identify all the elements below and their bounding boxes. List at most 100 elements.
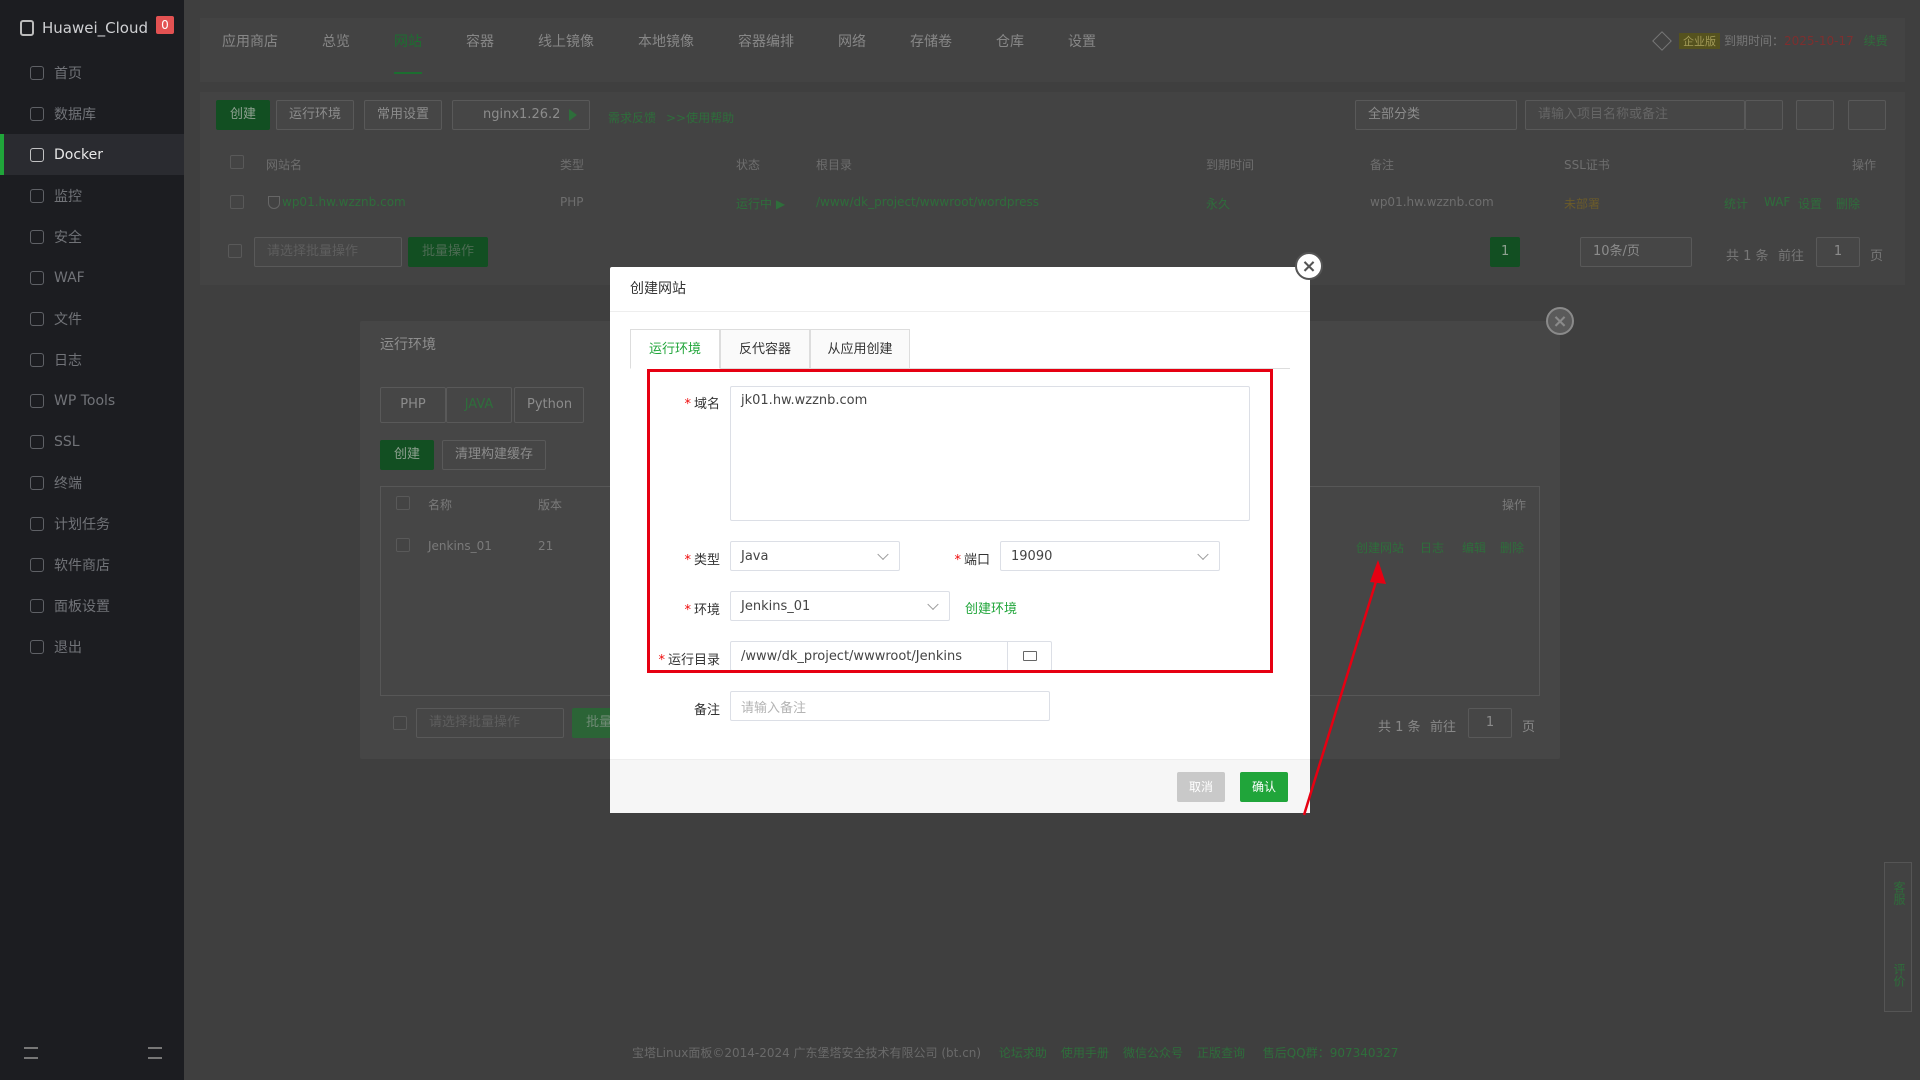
top-tab-7[interactable]: 网络 xyxy=(838,18,866,82)
nav-icon xyxy=(30,311,44,326)
top-tab-9[interactable]: 仓库 xyxy=(996,18,1024,82)
top-tab-5[interactable]: 本地镜像 xyxy=(638,18,694,82)
runtime-batch-checkbox[interactable] xyxy=(393,716,407,730)
site-header-0: 网站名 xyxy=(266,158,303,172)
site-header-3: 根目录 xyxy=(816,158,853,172)
batch-select[interactable]: 请选择批量操作 xyxy=(254,237,402,267)
sidebar-item-6[interactable]: 文件 xyxy=(0,298,184,339)
nginx-button[interactable]: nginx1.26.2 xyxy=(452,100,590,130)
top-tab-10[interactable]: 设置 xyxy=(1068,18,1096,82)
feedback-link[interactable]: 需求反馈 xyxy=(608,109,656,126)
sidebar-item-9[interactable]: SSL xyxy=(0,421,184,462)
renew-link[interactable]: 续费 xyxy=(1864,34,1888,48)
sidebar-item-10[interactable]: 终端 xyxy=(0,462,184,503)
runtime-row-checkbox[interactable] xyxy=(396,538,410,552)
top-tab-1[interactable]: 总览 xyxy=(322,18,350,82)
site-status[interactable]: 运行中 ▶ xyxy=(736,195,785,212)
tab-reverse-proxy[interactable]: 反代容器 xyxy=(720,329,810,369)
sidebar-item-label: 文件 xyxy=(54,311,82,328)
runtime-create-button[interactable]: 创建 xyxy=(380,440,435,470)
top-tab-3[interactable]: 容器 xyxy=(466,18,494,82)
sidebar-item-5[interactable]: WAF xyxy=(0,257,184,298)
runtime-batch-select[interactable]: 请选择批量操作 xyxy=(416,708,564,738)
sidebar-item-label: SSL xyxy=(54,433,80,450)
page-1[interactable]: 1 xyxy=(1490,237,1521,267)
runtime-tab-1[interactable]: JAVA xyxy=(446,387,512,423)
sidebar-item-11[interactable]: 计划任务 xyxy=(0,503,184,544)
total-count: 共 1 条 xyxy=(1726,249,1769,264)
confirm-button[interactable]: 确认 xyxy=(1240,772,1289,802)
collapse-icon[interactable] xyxy=(24,1047,38,1059)
create-site-button[interactable]: 创建 xyxy=(216,100,271,130)
cancel-button[interactable]: 取消 xyxy=(1177,772,1226,802)
common-settings-button[interactable]: 常用设置 xyxy=(364,100,443,130)
review-button[interactable]: 评价 xyxy=(1891,963,1908,987)
sidebar-item-3[interactable]: 监控 xyxy=(0,175,184,216)
top-tab-8[interactable]: 存储卷 xyxy=(910,18,952,82)
top-tab-2[interactable]: 网站 xyxy=(394,18,422,82)
site-search-input[interactable]: 请输入项目名称或备注 xyxy=(1525,100,1745,130)
sidebar-item-4[interactable]: 安全 xyxy=(0,216,184,257)
search-icon[interactable] xyxy=(1745,100,1783,130)
runtime-action-2[interactable]: 编辑 xyxy=(1462,539,1486,556)
footer-link-3[interactable]: 正版查询 xyxy=(1197,1046,1245,1060)
modal-close-icon[interactable]: × xyxy=(1295,252,1323,280)
site-root-link[interactable]: /www/dk_project/wwwroot/wordpress xyxy=(816,195,1039,209)
runtime-header-ops: 操作 xyxy=(1502,498,1527,512)
batch-button[interactable]: 批量操作 xyxy=(408,237,489,267)
runtime-close-icon[interactable]: × xyxy=(1546,307,1574,335)
site-action-3[interactable]: 删除 xyxy=(1836,195,1860,212)
top-tab-0[interactable]: 应用商店 xyxy=(222,18,278,82)
tab-runtime[interactable]: 运行环境 xyxy=(630,329,720,369)
runtime-action-1[interactable]: 日志 xyxy=(1420,539,1444,556)
sidebar-item-1[interactable]: 数据库 xyxy=(0,93,184,134)
goto-input[interactable]: 1 xyxy=(1816,237,1860,267)
refresh-icon[interactable] xyxy=(1796,100,1834,130)
site-action-2[interactable]: 设置 xyxy=(1798,195,1822,212)
service-button[interactable]: 客服 xyxy=(1891,881,1908,905)
nav-icon xyxy=(30,147,44,162)
create-site-modal: 创建网站 运行环境 反代容器 从应用创建 * 域名 jk01.hw.wzznb.c… xyxy=(610,267,1310,813)
site-remark[interactable]: wp01.hw.wzznb.com xyxy=(1370,195,1494,209)
menu-icon[interactable] xyxy=(148,1047,162,1059)
runtime-tab-0[interactable]: PHP xyxy=(380,387,446,423)
footer-link-0[interactable]: 论坛求助 xyxy=(999,1046,1047,1060)
site-expire[interactable]: 永久 xyxy=(1206,195,1230,212)
sidebar-item-7[interactable]: 日志 xyxy=(0,339,184,380)
runtime-goto-input[interactable]: 1 xyxy=(1468,708,1512,738)
runtime-select-all[interactable] xyxy=(396,496,410,510)
gear-icon[interactable] xyxy=(1848,100,1886,130)
ssl-status[interactable]: 未部署 xyxy=(1564,195,1600,212)
sidebar-item-label: 首页 xyxy=(54,65,82,82)
site-action-1[interactable]: WAF xyxy=(1764,195,1790,209)
sidebar-item-14[interactable]: 退出 xyxy=(0,626,184,667)
sidebar-item-13[interactable]: 面板设置 xyxy=(0,585,184,626)
help-link[interactable]: >>使用帮助 xyxy=(666,109,734,126)
runtime-tab-2[interactable]: Python xyxy=(514,387,584,423)
sidebar-item-0[interactable]: 首页 xyxy=(0,52,184,93)
batch-checkbox[interactable] xyxy=(228,244,242,258)
qq-group[interactable]: 售后QQ群：907340327 xyxy=(1263,1046,1399,1060)
footer-link-2[interactable]: 微信公众号 xyxy=(1123,1046,1183,1060)
sidebar-item-12[interactable]: 软件商店 xyxy=(0,544,184,585)
per-page-select[interactable]: 10条/页 xyxy=(1580,237,1692,267)
row-checkbox[interactable] xyxy=(230,195,244,209)
site-header-6: SSL证书 xyxy=(1564,158,1610,172)
top-tab-4[interactable]: 线上镜像 xyxy=(538,18,594,82)
sidebar-item-8[interactable]: WP Tools xyxy=(0,380,184,421)
sidebar-item-2[interactable]: Docker xyxy=(0,134,184,175)
site-name-link[interactable]: wp01.hw.wzznb.com xyxy=(268,195,406,209)
site-action-0[interactable]: 统计 xyxy=(1724,195,1748,212)
select-all-checkbox[interactable] xyxy=(230,155,244,169)
clear-cache-button[interactable]: 清理构建缓存 xyxy=(442,440,547,470)
runtime-action-3[interactable]: 删除 xyxy=(1500,539,1524,556)
tab-from-app[interactable]: 从应用创建 xyxy=(810,329,910,369)
runtime-button[interactable]: 运行环境 xyxy=(276,100,355,130)
alert-badge[interactable]: 0 xyxy=(156,16,174,34)
remark-input[interactable]: 请输入备注 xyxy=(730,691,1050,721)
page-unit: 页 xyxy=(1870,249,1884,264)
top-tab-6[interactable]: 容器编排 xyxy=(738,18,794,82)
site-header-4: 到期时间 xyxy=(1206,158,1255,172)
footer-link-1[interactable]: 使用手册 xyxy=(1061,1046,1109,1060)
category-select[interactable]: 全部分类 xyxy=(1355,100,1517,130)
